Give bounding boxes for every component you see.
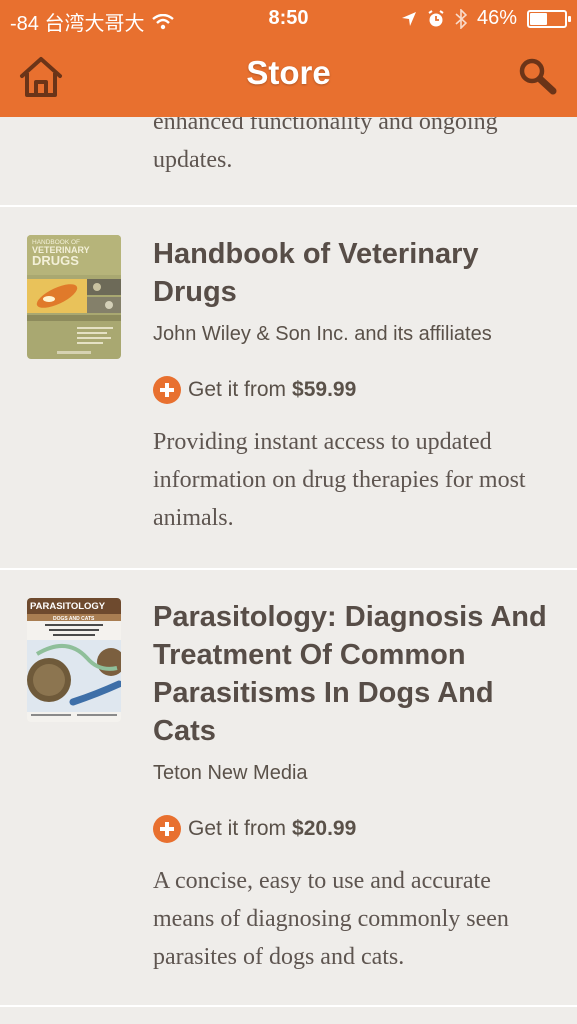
page-title: Store: [246, 54, 331, 91]
product-publisher: John Wiley & Son Inc. and its affiliates: [153, 323, 492, 345]
get-it-button[interactable]: Get it from $20.99: [153, 815, 553, 843]
book-cover[interactable]: HANDBOOK OF VETERINARY DRUGS: [27, 235, 121, 359]
product-info: Parasitology: Diagnosis And Treatment Of…: [153, 598, 553, 976]
book-cover[interactable]: PARASITOLOGY DOGS AND CATS: [27, 598, 121, 722]
app-header: -84 台湾大哥大 8:50 46% Store: [0, 0, 577, 117]
list-item-product[interactable]: PARASITOLOGY DOGS AND CATS Parasitology:…: [0, 570, 577, 1007]
list-item-partial[interactable]: enhanced functionality and ongoing updat…: [0, 117, 577, 207]
store-list[interactable]: enhanced functionality and ongoing updat…: [0, 117, 577, 1024]
price-amount: $59.99: [292, 378, 357, 401]
product-publisher: Teton New Media: [153, 762, 308, 784]
bluetooth-icon: [455, 8, 467, 29]
battery-icon: [527, 9, 571, 28]
item-description: Providing instant access to updated info…: [153, 429, 526, 531]
item-description: A concise, easy to use and accurate mean…: [153, 868, 509, 970]
plus-circle-icon[interactable]: [153, 376, 181, 404]
alarm-clock-icon: [428, 9, 444, 26]
battery-nub: [568, 15, 571, 22]
product-title[interactable]: Handbook of Veterinary Drugs: [153, 235, 553, 311]
list-item-product[interactable]: HANDBOOK OF VETERINARY DRUGS Handbook of…: [0, 207, 577, 570]
plus-circle-icon[interactable]: [153, 815, 181, 843]
get-it-button[interactable]: Get it from $59.99: [153, 376, 553, 404]
cover-line1: PARASITOLOGY: [30, 601, 106, 612]
battery-fill: [530, 12, 547, 25]
cover-line2: DOGS AND CATS: [53, 616, 95, 622]
search-icon[interactable]: [517, 56, 557, 96]
cover-image: PARASITOLOGY DOGS AND CATS: [27, 598, 121, 722]
price-prefix: Get it from: [188, 817, 287, 840]
price-amount: $20.99: [292, 817, 357, 840]
cover-line3: DRUGS: [32, 253, 79, 268]
product-info: Handbook of Veterinary Drugs John Wiley …: [153, 235, 553, 537]
nav-bar: Store: [0, 38, 577, 117]
status-bar: -84 台湾大哥大 8:50 46%: [0, 0, 577, 38]
product-title[interactable]: Parasitology: Diagnosis And Treatment Of…: [153, 598, 553, 750]
price-prefix: Get it from: [188, 378, 287, 401]
location-arrow-icon: [401, 11, 416, 26]
item-description: enhanced functionality and ongoing updat…: [153, 117, 498, 173]
cover-image: HANDBOOK OF VETERINARY DRUGS: [27, 235, 121, 359]
battery-percent: 46%: [476, 7, 517, 29]
status-right: 46%: [401, 7, 571, 30]
